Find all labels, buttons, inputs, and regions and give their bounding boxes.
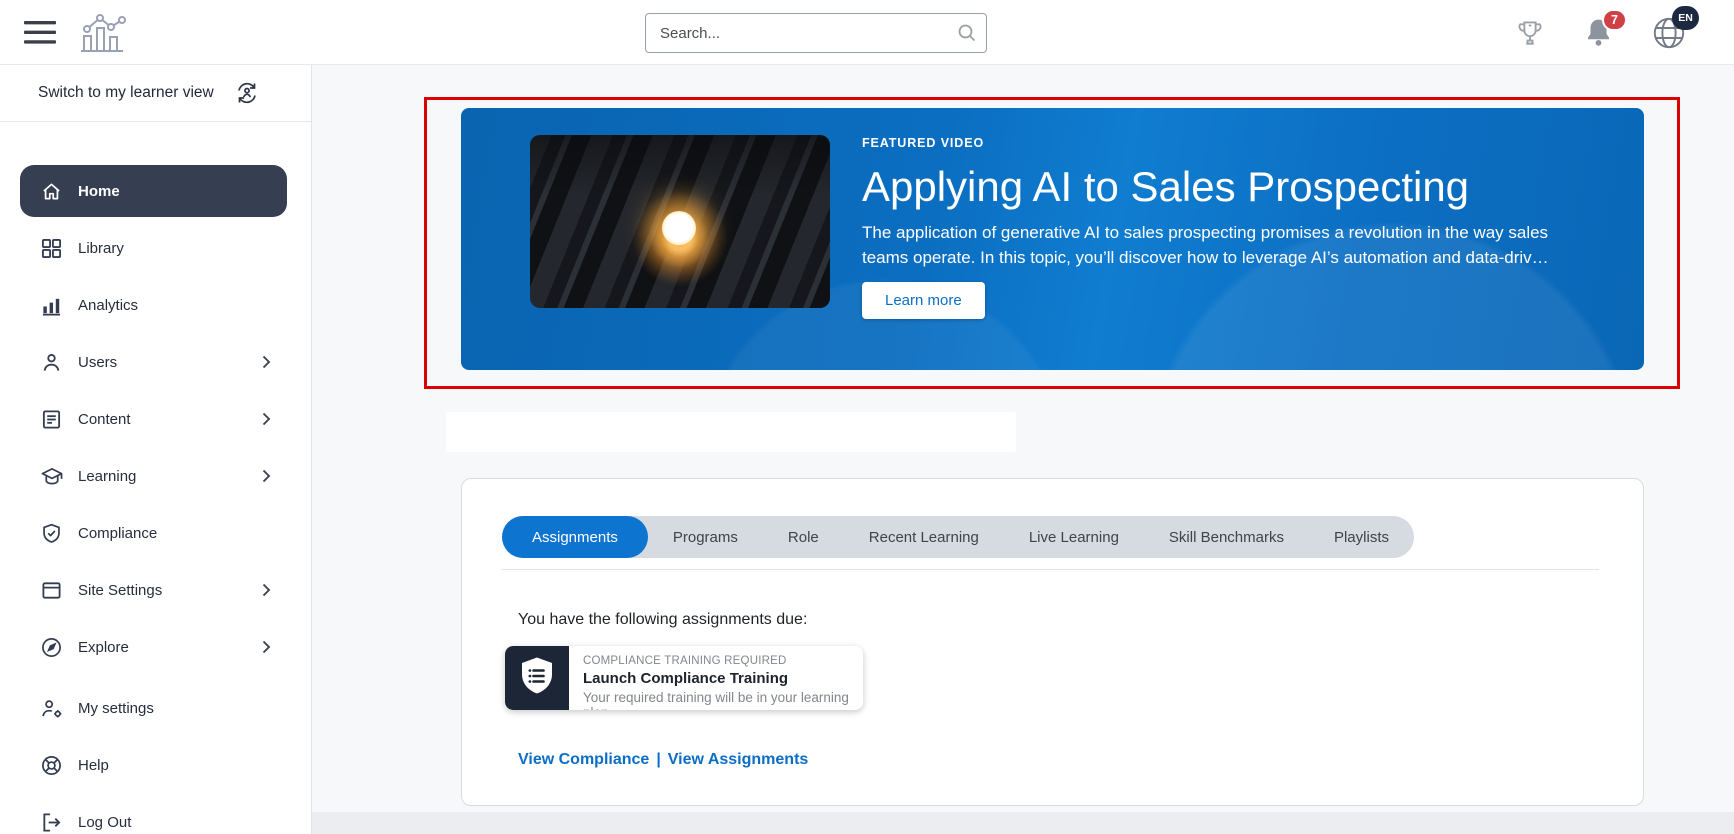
home-icon <box>41 181 63 202</box>
learn-more-button[interactable]: Learn more <box>862 282 985 319</box>
notification-count-badge: 7 <box>1602 9 1627 31</box>
search-input[interactable] <box>645 13 987 53</box>
sidebar-item-label: Compliance <box>78 525 157 542</box>
featured-video-description: The application of generative AI to sale… <box>862 220 1567 270</box>
dashboard-tabs-card: Assignments Programs Role Recent Learnin… <box>461 478 1644 806</box>
chevron-right-icon <box>262 640 271 654</box>
sidebar-item-library[interactable]: Library <box>20 222 287 274</box>
sidebar-item-log-out[interactable]: Log Out <box>20 796 287 834</box>
sidebar-item-learning[interactable]: Learning <box>20 450 287 502</box>
achievements-button[interactable] <box>1515 18 1545 48</box>
view-assignments-link[interactable]: View Assignments <box>668 751 809 768</box>
sidebar-item-label: My settings <box>78 700 154 717</box>
sidebar-item-label: Site Settings <box>78 582 162 599</box>
compliance-card-eyebrow: COMPLIANCE TRAINING REQUIRED <box>583 655 849 667</box>
notifications-button[interactable]: 7 <box>1585 18 1612 47</box>
logout-icon <box>41 812 63 833</box>
top-bar: 7 EN <box>0 0 1734 65</box>
featured-video-eyebrow: FEATURED VIDEO <box>862 136 1592 150</box>
sidebar-item-home[interactable]: Home <box>20 165 287 217</box>
sidebar-footer-nav: My settings Help Log Out <box>0 682 311 834</box>
links-separator: | <box>649 751 667 768</box>
assignments-intro-text: You have the following assignments due: <box>518 611 807 629</box>
featured-banner-text: FEATURED VIDEO Applying AI to Sales Pros… <box>862 136 1592 319</box>
sidebar-item-content[interactable]: Content <box>20 393 287 445</box>
compliance-card-text: COMPLIANCE TRAINING REQUIRED Launch Comp… <box>569 646 863 710</box>
compass-icon <box>41 637 63 658</box>
library-grid-icon <box>41 238 63 259</box>
person-icon <box>41 352 63 373</box>
sidebar-item-my-settings[interactable]: My settings <box>20 682 287 734</box>
bell-icon <box>1585 34 1612 51</box>
featured-video-thumbnail[interactable] <box>530 135 830 308</box>
person-gear-icon <box>41 698 63 719</box>
hamburger-menu-icon[interactable] <box>24 21 56 44</box>
chevron-right-icon <box>262 583 271 597</box>
view-compliance-link[interactable]: View Compliance <box>518 751 649 768</box>
language-button[interactable]: EN <box>1652 16 1686 50</box>
chevron-right-icon <box>262 355 271 369</box>
lifebuoy-icon <box>41 755 63 776</box>
tab-bar: Assignments Programs Role Recent Learnin… <box>502 516 1414 558</box>
sidebar-item-site-settings[interactable]: Site Settings <box>20 564 287 616</box>
bar-chart-icon <box>41 295 63 316</box>
chevron-right-icon <box>262 469 271 483</box>
tab-divider <box>502 569 1599 570</box>
switch-learner-view-label: Switch to my learner view <box>38 84 214 102</box>
compliance-card-title: Launch Compliance Training <box>583 670 849 687</box>
browser-window-icon <box>41 580 63 601</box>
sidebar-item-label: Users <box>78 354 117 371</box>
sidebar-item-label: Analytics <box>78 297 138 314</box>
sidebar-item-label: Help <box>78 757 109 774</box>
search-box <box>645 13 987 53</box>
main-content: FEATURED VIDEO Applying AI to Sales Pros… <box>312 65 1734 834</box>
tab-playlists[interactable]: Playlists <box>1309 516 1414 558</box>
graduation-cap-icon <box>41 466 63 487</box>
sidebar-item-label: Library <box>78 240 124 257</box>
featured-video-title: Applying AI to Sales Prospecting <box>862 163 1592 211</box>
chevron-right-icon <box>262 412 271 426</box>
shield-check-icon <box>41 523 63 544</box>
sidebar-item-compliance[interactable]: Compliance <box>20 507 287 559</box>
compliance-tile <box>505 646 569 710</box>
featured-video-banner: FEATURED VIDEO Applying AI to Sales Pros… <box>461 108 1644 370</box>
document-icon <box>41 409 63 430</box>
compliance-card-subtitle: Your required training will be in your l… <box>583 690 849 710</box>
maze-glow-orb <box>662 211 696 245</box>
sidebar-item-explore[interactable]: Explore <box>20 621 287 673</box>
page-footer-strip <box>312 812 1734 834</box>
sidebar-nav: Home Library Analytics Users <box>0 122 311 834</box>
sidebar: Switch to my learner view Home Library <box>0 65 312 834</box>
tab-skill-benchmarks[interactable]: Skill Benchmarks <box>1144 516 1309 558</box>
switch-view-sync-icon <box>234 81 260 105</box>
search-icon <box>958 24 976 47</box>
sidebar-item-label: Log Out <box>78 814 131 831</box>
tab-assignments[interactable]: Assignments <box>502 516 648 558</box>
compliance-training-card[interactable]: COMPLIANCE TRAINING REQUIRED Launch Comp… <box>505 646 863 710</box>
trophy-icon <box>1515 35 1545 52</box>
assignments-links: View Compliance|View Assignments <box>518 751 808 769</box>
sidebar-item-help[interactable]: Help <box>20 739 287 791</box>
tab-programs[interactable]: Programs <box>648 516 763 558</box>
shield-list-icon <box>519 656 555 701</box>
sidebar-item-label: Content <box>78 411 131 428</box>
tab-recent-learning[interactable]: Recent Learning <box>844 516 1004 558</box>
sidebar-item-label: Learning <box>78 468 136 485</box>
tab-live-learning[interactable]: Live Learning <box>1004 516 1144 558</box>
section-placeholder-bar <box>446 412 1016 452</box>
globe-icon <box>1652 37 1686 54</box>
app-logo-chart-icon[interactable] <box>78 10 128 60</box>
sidebar-item-label: Explore <box>78 639 129 656</box>
sidebar-item-users[interactable]: Users <box>20 336 287 388</box>
sidebar-item-label: Home <box>78 183 120 200</box>
tab-role[interactable]: Role <box>763 516 844 558</box>
language-badge: EN <box>1672 6 1699 30</box>
switch-learner-view-button[interactable]: Switch to my learner view <box>0 65 311 122</box>
sidebar-item-analytics[interactable]: Analytics <box>20 279 287 331</box>
